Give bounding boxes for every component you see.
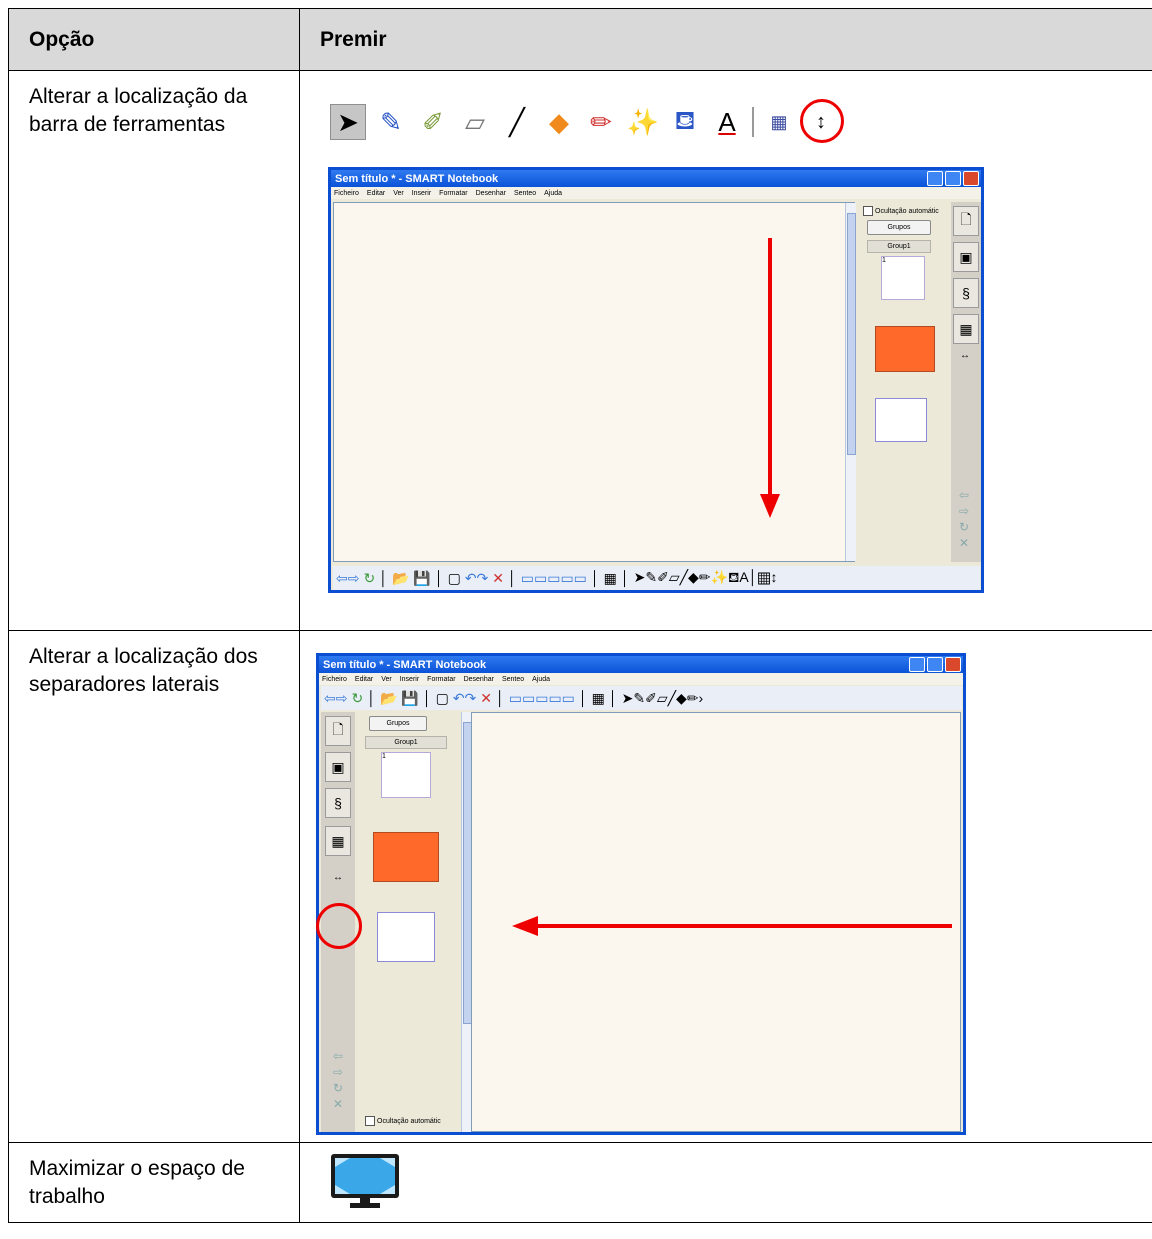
properties-icon[interactable]: ▦ bbox=[762, 105, 796, 139]
close-button[interactable] bbox=[963, 171, 979, 186]
menu-bar: Ficheiro Editar Ver Inserir Formatar Des… bbox=[319, 673, 963, 685]
page-thumbnail[interactable] bbox=[373, 832, 439, 882]
highlight-circle bbox=[316, 903, 362, 949]
pen-icon[interactable]: ✎ bbox=[374, 105, 408, 139]
option-label: Alterar a localização da barra de ferram… bbox=[29, 85, 248, 136]
option-cell: Maximizar o espaço de trabalho bbox=[8, 1142, 300, 1223]
menu-item[interactable]: Ajuda bbox=[532, 676, 550, 683]
table-row: Alterar a localização dos separadores la… bbox=[8, 630, 1152, 1143]
minimize-button[interactable] bbox=[909, 657, 925, 672]
creative-pen-icon[interactable]: ✐ bbox=[416, 105, 450, 139]
page-thumbnail[interactable] bbox=[875, 398, 927, 442]
select-icon[interactable]: ➤ bbox=[330, 104, 366, 140]
group-label: Group1 bbox=[867, 240, 931, 253]
menu-item[interactable]: Ver bbox=[381, 676, 392, 683]
properties-tab-icon[interactable]: ▦ bbox=[953, 314, 979, 344]
menu-item[interactable]: Inserir bbox=[400, 676, 419, 683]
options-table: Opção Premir Alterar a localização da ba… bbox=[8, 8, 1152, 1223]
press-cell bbox=[299, 1142, 1152, 1223]
window-title: Sem título * - SMART Notebook bbox=[323, 658, 487, 671]
window-title: Sem título * - SMART Notebook bbox=[335, 172, 499, 185]
arrow-down bbox=[760, 238, 780, 518]
menu-item[interactable]: Editar bbox=[355, 676, 373, 683]
fill-icon[interactable]: ⛾ bbox=[668, 105, 702, 139]
page-sorter-panel: Grupos Group1 1 Ocultação automátic bbox=[355, 712, 459, 1132]
option-cell: Alterar a localização dos separadores la… bbox=[8, 630, 300, 1143]
page-thumbnail[interactable] bbox=[377, 912, 435, 962]
toolbar-separator bbox=[752, 107, 754, 137]
highlight-circle bbox=[800, 99, 844, 143]
header-press: Premir bbox=[299, 8, 1152, 71]
side-tabs: 🗋 ▣ § ▦ ↔ ⇦ ⇨ ↻ ✕ bbox=[951, 202, 981, 562]
auto-hide-checkbox[interactable]: Ocultação automátic bbox=[365, 1116, 441, 1126]
window-titlebar: Sem título * - SMART Notebook bbox=[319, 656, 963, 673]
attachments-tab-icon[interactable]: § bbox=[953, 278, 979, 308]
menu-item[interactable]: Desenhar bbox=[464, 676, 494, 683]
page-nav-icons[interactable]: ⇦ ⇨ ↻ ✕ bbox=[333, 1048, 343, 1112]
press-cell: ➤ ✎ ✐ ▱ ╱ ◆ ✏ ✨ ⛾ A ▦ ↕ Sem título * - S… bbox=[299, 70, 1152, 631]
menu-item[interactable]: Ajuda bbox=[544, 190, 562, 197]
menu-item[interactable]: Ver bbox=[393, 190, 404, 197]
full-screen-icon[interactable] bbox=[330, 1153, 400, 1209]
eraser-icon[interactable]: ▱ bbox=[458, 105, 492, 139]
menu-item[interactable]: Formatar bbox=[427, 676, 455, 683]
groups-button[interactable]: Grupos bbox=[369, 716, 427, 731]
attachments-tab-icon[interactable]: § bbox=[325, 788, 351, 818]
header-option: Opção bbox=[8, 8, 300, 71]
close-button[interactable] bbox=[945, 657, 961, 672]
toolbar-strip: ➤ ✎ ✐ ▱ ╱ ◆ ✏ ✨ ⛾ A ▦ ↕ bbox=[330, 104, 838, 140]
page-thumbnail[interactable] bbox=[875, 326, 935, 372]
menu-item[interactable]: Formatar bbox=[439, 190, 467, 197]
notebook-window: Sem título * - SMART Notebook Ficheiro E… bbox=[328, 167, 984, 593]
menu-bar: Ficheiro Editar Ver Inserir Formatar Des… bbox=[331, 187, 981, 199]
page-nav-icons[interactable]: ⇦ ⇨ ↻ ✕ bbox=[959, 487, 969, 551]
table-header-row: Opção Premir bbox=[8, 8, 1152, 71]
maximize-button[interactable] bbox=[945, 171, 961, 186]
menu-item[interactable]: Ficheiro bbox=[334, 190, 359, 197]
menu-item[interactable]: Desenhar bbox=[476, 190, 506, 197]
table-row: Maximizar o espaço de trabalho bbox=[8, 1142, 1152, 1223]
maximize-button[interactable] bbox=[927, 657, 943, 672]
option-label: Maximizar o espaço de trabalho bbox=[29, 1157, 245, 1208]
text-icon[interactable]: A bbox=[710, 105, 744, 139]
option-cell: Alterar a localização da barra de ferram… bbox=[8, 70, 300, 631]
notebook-window: Sem título * - SMART Notebook Ficheiro E… bbox=[316, 653, 966, 1135]
menu-item[interactable]: Ficheiro bbox=[322, 676, 347, 683]
gallery-tab-icon[interactable]: ▣ bbox=[953, 242, 979, 272]
press-cell: Sem título * - SMART Notebook Ficheiro E… bbox=[299, 630, 1152, 1143]
auto-hide-checkbox[interactable]: Ocultação automátic bbox=[863, 206, 939, 216]
bottom-toolbar: ⇦⇨ ↻ │ 📂 💾 │ ▢ ↶↷ ✕ │ ▭▭▭▭▭ │ ▦ │ ➤✎✐▱╱◆✏✨⛾A│▦↕ bbox=[333, 566, 980, 590]
menu-item[interactable]: Senteo bbox=[514, 190, 536, 197]
groups-button[interactable]: Grupos bbox=[867, 220, 931, 235]
magic-pen-icon[interactable]: ✏ bbox=[584, 105, 618, 139]
gallery-tab-icon[interactable]: ▣ bbox=[325, 752, 351, 782]
page-thumbnail[interactable]: 1 bbox=[381, 752, 431, 798]
shape-recognition-pen-icon[interactable]: ✨ bbox=[626, 105, 660, 139]
option-label: Alterar a localização dos separadores la… bbox=[29, 645, 258, 696]
page-sorter-panel: Ocultação automátic Grupos Group1 1 bbox=[857, 202, 951, 562]
window-titlebar: Sem título * - SMART Notebook bbox=[331, 170, 981, 187]
minimize-button[interactable] bbox=[927, 171, 943, 186]
swap-sides-icon[interactable]: ↔ bbox=[960, 350, 970, 361]
vertical-scrollbar[interactable] bbox=[845, 203, 856, 561]
menu-item[interactable]: Editar bbox=[367, 190, 385, 197]
swap-sides-icon[interactable]: ↔ bbox=[333, 872, 343, 883]
page-sorter-tab-icon[interactable]: 🗋 bbox=[325, 716, 351, 746]
top-toolbar: ⇦⇨ ↻ │ 📂 💾 │ ▢ ↶↷ ✕ │ ▭▭▭▭▭ │ ▦ │ ➤✎✐▱╱◆✏› bbox=[321, 686, 962, 710]
shape-icon[interactable]: ◆ bbox=[542, 105, 576, 139]
menu-item[interactable]: Senteo bbox=[502, 676, 524, 683]
page-thumbnail[interactable]: 1 bbox=[881, 256, 925, 300]
properties-tab-icon[interactable]: ▦ bbox=[325, 826, 351, 856]
menu-item[interactable]: Inserir bbox=[412, 190, 431, 197]
group-label: Group1 bbox=[365, 736, 447, 749]
table-row: Alterar a localização da barra de ferram… bbox=[8, 70, 1152, 631]
line-icon[interactable]: ╱ bbox=[500, 105, 534, 139]
scroll-thumb[interactable] bbox=[847, 213, 856, 455]
page-sorter-tab-icon[interactable]: 🗋 bbox=[953, 206, 979, 236]
arrow-left bbox=[512, 916, 952, 936]
